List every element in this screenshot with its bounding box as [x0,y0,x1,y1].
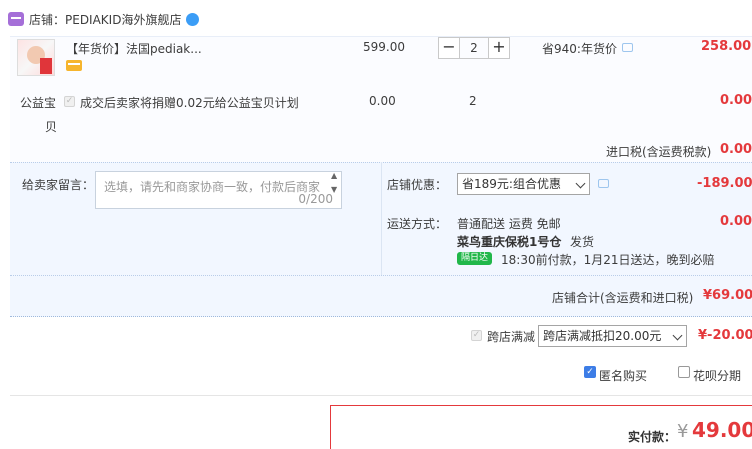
charity-checkbox: ✓ [64,96,75,107]
import-tax-value: 0.00 [720,142,752,157]
shipping-label: 运送方式： [387,217,448,231]
charity-total: 0.00 [720,93,752,108]
scroll-up-arrow-icon[interactable]: ▲ [331,172,337,180]
shop-header: 店铺： PEDIAKID海外旗舰店 [0,0,752,36]
cross-store-value: ¥-20.00 [698,328,752,343]
cross-store-selected: 跨店满减抵扣20.00元 [543,329,662,343]
scroll-down-arrow-icon[interactable]: ▼ [331,186,337,194]
message-char-counter: 0/200 [298,192,333,206]
item-total: 258.00 [701,39,752,54]
currency-symbol: ¥ [677,421,689,442]
chevron-down-icon [575,178,586,189]
shop-icon [8,12,24,26]
promo-label: 店铺优惠： [387,178,448,192]
saving-info-icon[interactable] [622,43,633,52]
wangwang-chat-icon[interactable] [186,13,199,26]
warehouse-name: 菜鸟重庆保税1号仓 [457,235,562,249]
store-total-label: 店铺合计(含运费和进口税) [552,291,694,305]
next-day-badge: 隔日达 [457,252,492,265]
decrease-button[interactable]: − [438,37,460,59]
quantity-input[interactable]: 2 [460,37,488,59]
anonymous-label: 匿名购买 [599,369,648,383]
unit-price: 599.00 [363,40,405,54]
huabei-checkbox[interactable] [678,366,690,378]
credit-card-icon [66,60,82,71]
message-label: 给卖家留言： [22,178,95,192]
saving-label: 省940:年货价 [542,42,617,56]
shop-label: 店铺： [29,13,66,27]
increase-button[interactable]: + [488,37,510,59]
cross-store-select[interactable]: 跨店满减抵扣20.00元 [538,325,687,347]
promo-value: -189.00 [697,176,752,191]
charity-price: 0.00 [369,94,396,108]
payment-label: 实付款： [628,430,677,444]
product-thumbnail[interactable] [17,39,55,76]
promo-selected: 省189元:组合优惠 [462,177,561,191]
charity-label-cont: 贝 [45,120,58,134]
payment-summary: 实付款： ¥ 49.00 [330,405,752,449]
cross-store-label: 跨店满减 [487,330,536,344]
delivery-eta: 18:30前付款，1月21日送达，晚到必赔 [501,253,715,267]
store-total-value: ¥69.00 [703,288,752,303]
divider [10,395,752,396]
shop-name-link[interactable]: PEDIAKID海外旗舰店 [65,11,181,28]
payment-amount: 49.00 [692,418,752,442]
quantity-stepper: − 2 + [438,37,510,59]
section-divider [381,162,382,275]
seller-message-textarea[interactable]: 选填，请先和商家协商一致，付款后商家 0/200 [95,171,342,209]
cross-store-checkbox: ✓ [471,330,482,341]
charity-text: 成交后卖家将捐赠0.02元给公益宝贝计划 [80,96,299,110]
huabei-label: 花呗分期 [693,369,742,383]
chevron-down-icon [672,330,683,341]
import-tax-label: 进口税(含运费税款) [606,145,712,159]
charity-label: 公益宝 [20,96,57,110]
shipping-value: 0.00 [720,214,752,229]
promo-select[interactable]: 省189元:组合优惠 [457,173,590,195]
message-placeholder: 选填，请先和商家协商一致，付款后商家 [104,180,321,194]
anonymous-checkbox[interactable]: ✓ [584,366,596,378]
product-title-link[interactable]: 【年货价】法国pediak... [66,40,202,57]
promo-info-icon[interactable] [598,179,609,188]
charity-quantity: 2 [469,94,477,108]
shipping-method: 普通配送 运费 免邮 [457,217,561,231]
ship-text: 发货 [570,235,595,249]
